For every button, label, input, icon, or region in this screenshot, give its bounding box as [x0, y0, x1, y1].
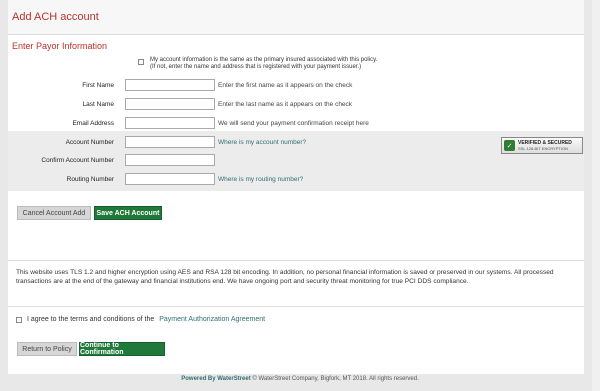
cancel-account-add-button[interactable]: Cancel Account Add	[17, 206, 91, 220]
routing-number-input[interactable]	[125, 173, 215, 185]
first-name-input[interactable]	[125, 79, 215, 91]
page-title: Add ACH account	[12, 11, 99, 23]
routing-number-row: Routing Number Where is my routing numbe…	[8, 173, 303, 185]
email-label: Email Address	[72, 119, 114, 127]
badge-subtitle: SSL 128-BIT ENCRYPTION	[518, 146, 568, 151]
ach-panel: Add ACH account Enter Payor Information …	[8, 0, 584, 374]
last-name-label: Last Name	[82, 100, 114, 108]
first-name-hint: Enter the first name as it appears on th…	[218, 81, 353, 89]
scrollbar[interactable]	[592, 0, 600, 391]
account-number-input[interactable]	[125, 136, 215, 148]
ssl-security-badge: ✓ VERIFIED & SECURED SSL 128-BIT ENCRYPT…	[501, 137, 583, 154]
divider	[8, 260, 584, 261]
account-number-row: Account Number Where is my account numbe…	[8, 136, 306, 148]
save-ach-account-button[interactable]: Save ACH Account	[94, 206, 162, 220]
first-name-label: First Name	[82, 81, 114, 89]
account-number-label: Account Number	[65, 138, 114, 146]
first-name-row: First Name Enter the first name as it ap…	[8, 79, 352, 91]
agree-row: I agree to the terms and conditions of t…	[16, 316, 265, 323]
agree-checkbox[interactable]	[16, 316, 22, 323]
account-number-help-link[interactable]: Where is my account number?	[218, 139, 306, 146]
last-name-input[interactable]	[125, 98, 215, 110]
agree-text: I agree to the terms and conditions of t…	[27, 316, 155, 323]
security-notice: This website uses TLS 1.2 and higher enc…	[16, 269, 554, 285]
continue-to-confirmation-button[interactable]: Continue to Confirmation	[79, 342, 165, 356]
panel-header: Add ACH account	[8, 0, 584, 35]
return-to-policy-button[interactable]: Return to Policy	[17, 342, 77, 356]
shield-check-icon: ✓	[504, 140, 515, 151]
confirm-account-row: Confirm Account Number	[8, 154, 215, 166]
copyright: © WaterStreet Company, Bigfork, MT 2018.…	[252, 376, 419, 382]
email-row: Email Address We will send your payment …	[8, 117, 369, 129]
confirm-account-input[interactable]	[125, 154, 215, 166]
divider	[8, 306, 584, 307]
same-as-insured-checkbox[interactable]	[138, 59, 144, 65]
routing-number-label: Routing Number	[66, 175, 114, 183]
footer: Powered By WaterStreet © WaterStreet Com…	[0, 376, 600, 382]
confirm-account-label: Confirm Account Number	[41, 156, 114, 164]
same-as-insured-note: (If not, enter the name and address that…	[150, 64, 362, 70]
same-as-insured-text: My account information is the same as th…	[150, 57, 377, 71]
last-name-row: Last Name Enter the last name as it appe…	[8, 98, 352, 110]
email-hint: We will send your payment confirmation r…	[218, 119, 369, 127]
routing-number-help-link[interactable]: Where is my routing number?	[218, 176, 303, 183]
payment-authorization-link[interactable]: Payment Authorization Agreement	[159, 316, 265, 323]
section-title-payor: Enter Payor Information	[12, 41, 108, 51]
email-input[interactable]	[125, 117, 215, 129]
same-as-insured-label: My account information is the same as th…	[150, 57, 378, 63]
same-as-insured-row: My account information is the same as th…	[138, 57, 377, 71]
powered-by: Powered By WaterStreet	[181, 376, 251, 382]
last-name-hint: Enter the last name as it appears on the…	[218, 100, 353, 108]
